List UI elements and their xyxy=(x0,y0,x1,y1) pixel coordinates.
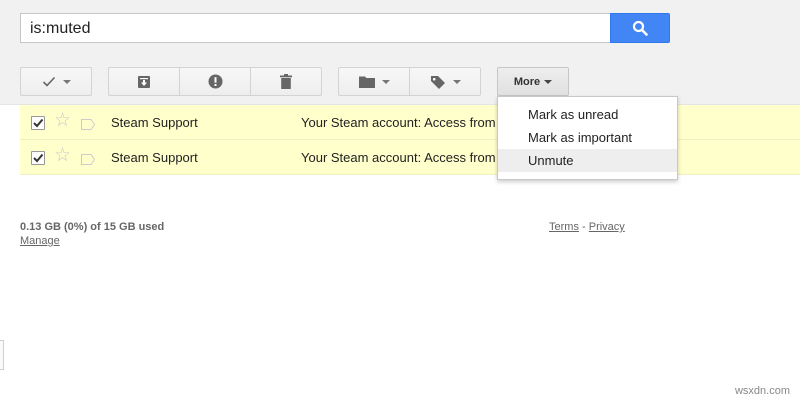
importance-marker-icon[interactable] xyxy=(81,152,96,170)
chevron-down-icon xyxy=(381,79,390,84)
left-panel-edge xyxy=(0,340,4,370)
more-button[interactable]: More xyxy=(497,67,569,96)
chevron-down-icon xyxy=(452,79,461,84)
email-sender: Steam Support xyxy=(111,115,198,130)
row-checkbox[interactable] xyxy=(31,116,45,130)
select-all-button[interactable] xyxy=(20,67,92,96)
report-spam-icon xyxy=(208,74,222,89)
menu-item-unmute[interactable]: Unmute xyxy=(498,149,677,172)
footer-links: Terms - Privacy xyxy=(549,221,625,233)
delete-button[interactable] xyxy=(250,67,322,96)
privacy-link[interactable]: Privacy xyxy=(589,221,625,233)
move-to-button[interactable] xyxy=(338,67,410,96)
search-button[interactable] xyxy=(610,13,670,43)
email-subject: Your Steam account: Access from xyxy=(301,115,496,130)
email-row[interactable]: ☆ Steam Support Your Steam account: Acce… xyxy=(20,140,800,175)
importance-marker-icon[interactable] xyxy=(81,117,96,135)
footer-separator: - xyxy=(578,221,589,233)
menu-item-mark-important[interactable]: Mark as important xyxy=(498,126,677,149)
email-subject: Your Steam account: Access from xyxy=(301,150,496,165)
archive-button[interactable] xyxy=(108,67,180,96)
manage-storage-link[interactable]: Manage xyxy=(20,235,60,247)
more-button-label: More xyxy=(513,75,541,88)
chevron-down-icon xyxy=(544,79,553,84)
checkbox-icon xyxy=(42,76,55,87)
checkmark-icon xyxy=(33,118,44,128)
terms-link[interactable]: Terms xyxy=(549,221,579,233)
row-checkbox[interactable] xyxy=(31,151,45,165)
search-input[interactable]: is:muted xyxy=(20,13,611,43)
checkmark-icon xyxy=(33,153,44,163)
storage-usage: 0.13 GB (0%) of 15 GB used xyxy=(20,221,165,233)
labels-button[interactable] xyxy=(409,67,481,96)
archive-icon xyxy=(138,75,150,88)
label-icon xyxy=(430,75,445,89)
more-dropdown-menu: Mark as unread Mark as important Unmute xyxy=(497,96,678,180)
report-spam-button[interactable] xyxy=(179,67,251,96)
email-sender: Steam Support xyxy=(111,150,198,165)
star-icon[interactable]: ☆ xyxy=(54,111,71,131)
search-icon xyxy=(632,20,648,36)
star-icon[interactable]: ☆ xyxy=(54,146,71,166)
trash-icon xyxy=(280,74,292,89)
menu-item-mark-unread[interactable]: Mark as unread xyxy=(498,103,677,126)
email-list: ☆ Steam Support Your Steam account: Acce… xyxy=(20,105,800,175)
watermark: wsxdn.com xyxy=(734,385,790,397)
chevron-down-icon xyxy=(62,79,71,84)
folder-icon xyxy=(358,76,375,88)
email-row[interactable]: ☆ Steam Support Your Steam account: Acce… xyxy=(20,105,800,140)
